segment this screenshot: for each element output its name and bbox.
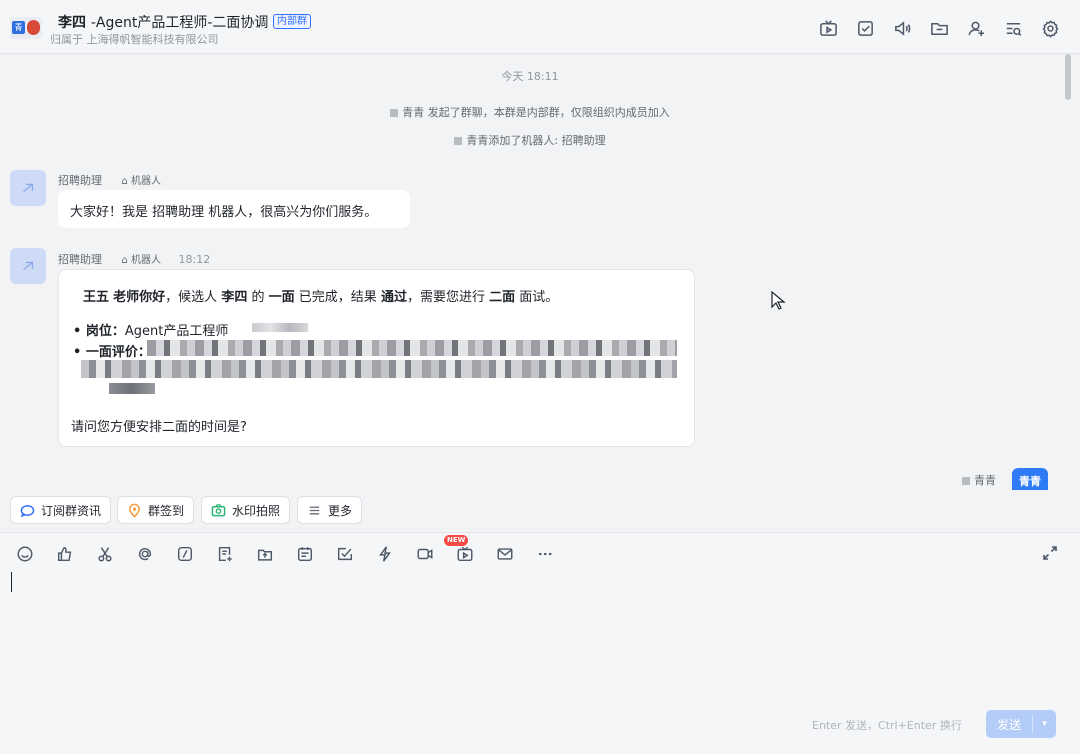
chat-window: 青 李四 -Agent产品工程师-二面协调 内部群 归属于 上海得帆智能科技有限… [0, 0, 1080, 754]
blurred-avatar [962, 477, 970, 485]
group-checkin-label: 群签到 [148, 503, 185, 518]
interview-card[interactable]: 王五 老师你好，候选人 李四 的 一面 已完成，结果 通过，需要您进行 二面 面… [58, 269, 695, 447]
message-editor: NEW Enter 发送，Ctrl+Enter 换行 发送 ▾ [0, 532, 1080, 754]
chat-subtitle: 归属于 上海得帆智能科技有限公司 [50, 33, 219, 46]
thumbs-up-icon[interactable] [54, 543, 75, 564]
video-call-icon[interactable] [414, 543, 435, 564]
send-button[interactable]: 发送 ▾ [986, 710, 1056, 738]
chat-title-rest: -Agent产品工程师-二面协调 [90, 15, 269, 31]
location-pin-icon [129, 503, 140, 518]
live-broadcast-icon[interactable] [454, 543, 475, 564]
mouse-cursor-icon [771, 291, 786, 310]
next-stage: 二面 [489, 290, 516, 305]
greeting: 老师你好 [113, 290, 166, 305]
redacted-text [147, 340, 677, 356]
system-message-created-text: 青青 发起了群聊，本群是内部群，仅限组织内成员加入 [402, 106, 670, 119]
quick-actions-bar: 订阅群资讯 群签到 水印拍照 更多 [0, 490, 1080, 532]
stage: 一面 [268, 290, 295, 305]
position-row: • 岗位：Agent产品工程师 [73, 324, 229, 339]
message-sender-line: 招聘助理 ⌂ 机器人 [58, 172, 161, 188]
self-sender-name: 青青 [962, 472, 996, 488]
expand-editor-icon[interactable] [1042, 545, 1060, 563]
bot-tag: ⌂ 机器人 [121, 176, 162, 187]
card-question: 请问您方便安排二面的时间是? [71, 420, 247, 435]
bot-avatar[interactable] [10, 248, 46, 284]
message-bubble[interactable]: 大家好！我是 招聘助理 机器人，很高兴为你们服务。 [58, 190, 410, 228]
robot-icon [23, 261, 34, 271]
chat-header: 青 李四 -Agent产品工程师-二面协调 内部群 归属于 上海得帆智能科技有限… [0, 0, 1080, 54]
watermark-camera-label: 水印拍照 [232, 503, 281, 518]
message-list[interactable]: 今天 18:11 青青 发起了群聊，本群是内部群，仅限组织内成员加入 青青添加了… [0, 54, 1080, 490]
watermark-camera-button[interactable]: 水印拍照 [201, 496, 291, 524]
position-value: Agent产品工程师 [124, 324, 229, 339]
announcement-icon[interactable] [892, 18, 912, 38]
folder-icon[interactable] [929, 18, 949, 38]
redacted-text [81, 360, 677, 378]
evaluation-row: • 一面评价： [73, 345, 151, 360]
send-shortcut-hint: Enter 发送，Ctrl+Enter 换行 [812, 719, 962, 732]
group-avatar-logo-left: 青 [12, 21, 25, 34]
more-actions-button[interactable]: 更多 [297, 496, 363, 524]
add-member-icon[interactable] [966, 18, 986, 38]
blurred-avatar [390, 109, 399, 117]
send-button-label: 发送 [996, 717, 1021, 732]
task-icon[interactable] [334, 543, 355, 564]
chat-title-name: 李四 [58, 15, 86, 31]
lightning-icon[interactable] [374, 543, 395, 564]
text-caret [11, 572, 12, 592]
interviewer-name: 王五 [83, 290, 110, 305]
search-history-icon[interactable] [1003, 18, 1023, 38]
menu-list-icon [309, 506, 320, 514]
result: 通过 [380, 290, 407, 305]
candidate-name: 李四 [221, 290, 248, 305]
redacted-text [252, 323, 308, 332]
redacted-text [109, 383, 155, 394]
live-video-icon[interactable] [818, 18, 838, 38]
subscribe-icon [20, 504, 35, 517]
system-message-created: 青青 发起了群聊，本群是内部群，仅限组织内成员加入 [0, 104, 1060, 120]
subscribe-news-label: 订阅群资讯 [41, 503, 102, 518]
send-options-chevron-icon[interactable]: ▾ [1033, 719, 1056, 729]
more-horizontal-icon[interactable] [534, 543, 555, 564]
sender-name[interactable]: 招聘助理 [58, 253, 102, 266]
mention-at-icon[interactable] [134, 543, 155, 564]
calendar-icon[interactable] [294, 543, 315, 564]
subscribe-news-button[interactable]: 订阅群资讯 [10, 496, 112, 524]
group-avatar[interactable]: 青 [10, 17, 42, 39]
upload-file-icon[interactable] [254, 543, 275, 564]
bot-avatar[interactable] [10, 170, 46, 206]
robot-icon [23, 183, 34, 193]
group-checkin-button[interactable]: 群签到 [117, 496, 195, 524]
system-message-bot-added: 青青添加了机器人: 招聘助理 [0, 132, 1060, 148]
emoji-icon[interactable] [14, 543, 35, 564]
time-divider: 今天 18:11 [501, 70, 559, 83]
bot-tag: ⌂ 机器人 [121, 255, 162, 266]
chat-title[interactable]: 李四 -Agent产品工程师-二面协调 [58, 12, 268, 32]
group-avatar-logo-right [27, 20, 40, 35]
message-input[interactable] [10, 569, 1050, 709]
self-avatar[interactable]: 青青 [1012, 468, 1048, 490]
scissors-icon[interactable] [94, 543, 115, 564]
new-badge: NEW [444, 535, 469, 546]
header-toolbar [818, 18, 1060, 38]
camera-icon [211, 503, 226, 516]
blurred-avatar [454, 137, 463, 145]
message-scrollbar[interactable] [1065, 54, 1071, 100]
task-check-icon[interactable] [855, 18, 875, 38]
more-actions-label: 更多 [328, 503, 353, 518]
message-sender-line: 招聘助理 ⌂ 机器人 18:12 [58, 251, 210, 267]
editor-toolbar [14, 543, 555, 564]
mail-icon[interactable] [494, 543, 515, 564]
card-summary: 王五 老师你好，候选人 李四 的 一面 已完成，结果 通过，需要您进行 二面 面… [83, 290, 559, 305]
slash-command-icon[interactable] [174, 543, 195, 564]
system-message-bot-added-text: 青青添加了机器人: 招聘助理 [466, 134, 606, 147]
message-time: 18:12 [178, 253, 211, 266]
settings-gear-icon[interactable] [1040, 18, 1060, 38]
internal-group-tag: 内部群 [273, 14, 311, 29]
sender-name[interactable]: 招聘助理 [58, 174, 102, 187]
add-doc-icon[interactable] [214, 543, 235, 564]
